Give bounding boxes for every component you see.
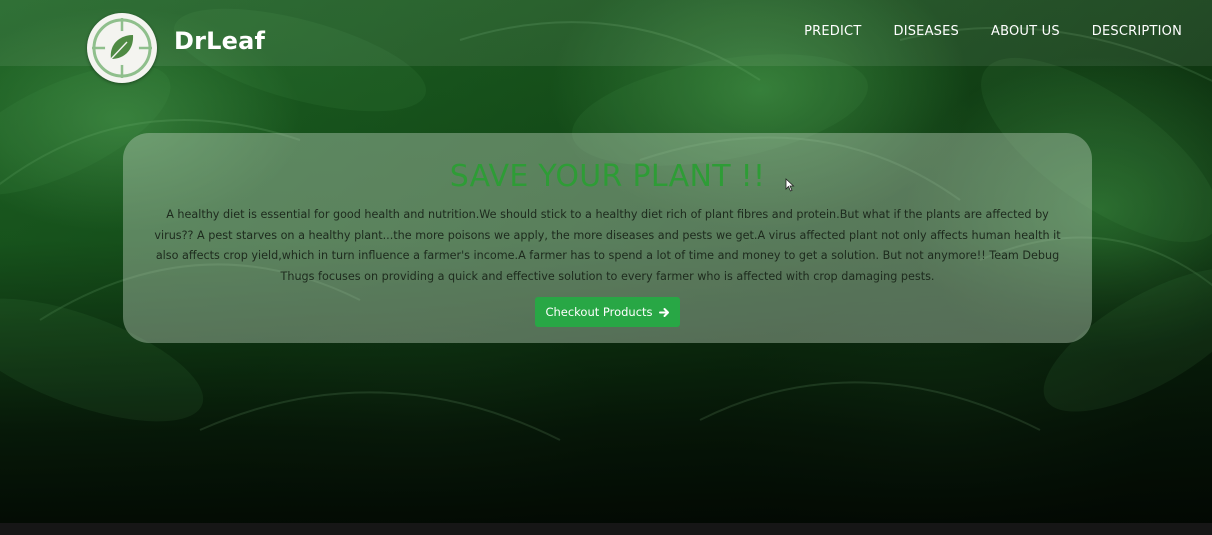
checkout-products-button[interactable]: Checkout Products bbox=[535, 297, 680, 327]
arrow-right-icon bbox=[658, 307, 669, 317]
brand-name[interactable]: DrLeaf bbox=[174, 27, 265, 55]
hero-description: A healthy diet is essential for good hea… bbox=[154, 208, 1061, 283]
checkout-products-label: Checkout Products bbox=[545, 305, 653, 319]
nav-link-diseases[interactable]: DISEASES bbox=[893, 24, 959, 39]
hero-card: SAVE YOUR PLANT !! A healthy diet is ess… bbox=[123, 133, 1092, 343]
page: DrLeaf PREDICT DISEASES ABOUT US DESCRIP… bbox=[0, 0, 1212, 535]
bottom-strip bbox=[0, 523, 1212, 535]
logo[interactable] bbox=[87, 13, 157, 83]
leaf-icon bbox=[92, 18, 152, 78]
mouse-cursor-icon bbox=[785, 178, 795, 192]
nav-link-description[interactable]: DESCRIPTION bbox=[1092, 24, 1182, 39]
navbar: DrLeaf PREDICT DISEASES ABOUT US DESCRIP… bbox=[0, 0, 1212, 83]
nav-links: PREDICT DISEASES ABOUT US DESCRIPTION bbox=[772, 24, 1182, 39]
nav-link-about-us[interactable]: ABOUT US bbox=[991, 24, 1060, 39]
nav-link-predict[interactable]: PREDICT bbox=[804, 24, 861, 39]
hero-title: SAVE YOUR PLANT !! bbox=[449, 159, 766, 194]
